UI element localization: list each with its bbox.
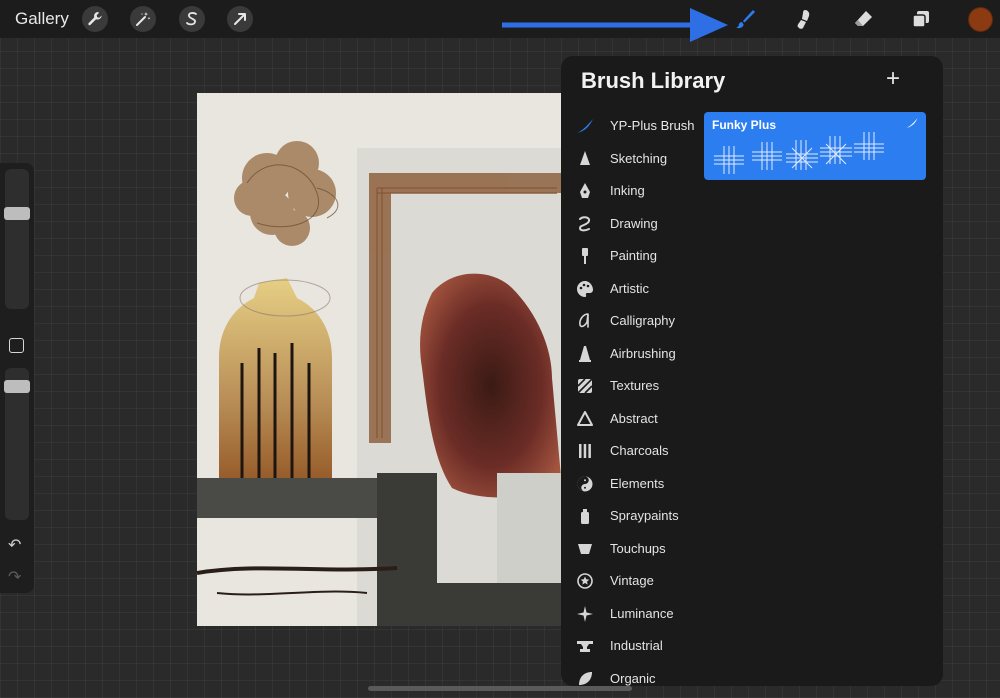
brush-icon[interactable]	[733, 7, 757, 31]
redo-icon[interactable]: ↷	[8, 567, 21, 587]
magic-wand-icon[interactable]	[130, 6, 156, 32]
category-charcoals[interactable]: Charcoals	[561, 436, 701, 466]
category-label: Industrial	[610, 638, 663, 653]
category-label: Luminance	[610, 606, 674, 621]
pencil-tip-icon	[575, 149, 595, 169]
wrench-icon[interactable]	[82, 6, 108, 32]
layers-icon[interactable]	[909, 7, 933, 31]
category-label: Airbrushing	[610, 346, 676, 361]
triangle-icon	[575, 409, 595, 429]
feather-icon	[575, 116, 595, 136]
brush-item-selected[interactable]: Funky Plus	[704, 112, 926, 180]
bowl-icon	[575, 539, 595, 559]
category-industrial[interactable]: Industrial	[561, 631, 701, 661]
artwork-illustration	[197, 93, 561, 626]
squiggle-icon	[575, 214, 595, 234]
category-elements[interactable]: Elements	[561, 469, 701, 499]
leaf-icon	[575, 669, 595, 686]
charcoal-icon	[575, 441, 595, 461]
category-airbrushing[interactable]: Airbrushing	[561, 339, 701, 369]
category-label: Elements	[610, 476, 665, 491]
category-label: Organic	[610, 671, 656, 686]
category-label: Sketching	[610, 151, 668, 166]
undo-icon[interactable]: ↶	[8, 535, 21, 555]
spray-can-icon	[575, 506, 595, 526]
annotation-arrow-brush	[502, 8, 728, 42]
palette-icon	[575, 279, 595, 299]
category-abstract[interactable]: Abstract	[561, 404, 701, 434]
category-label: Artistic	[610, 281, 649, 296]
category-artistic[interactable]: Artistic	[561, 274, 701, 304]
category-label: YP-Plus Brush	[610, 118, 695, 133]
paint-brush-icon	[575, 246, 595, 266]
category-label: Textures	[610, 378, 660, 393]
eyedropper-square-button[interactable]	[9, 338, 24, 353]
sparkle-icon	[575, 604, 595, 624]
brush-size-slider[interactable]	[5, 169, 29, 309]
category-label: Painting	[610, 248, 657, 263]
category-textures[interactable]: Textures	[561, 371, 701, 401]
category-label: Calligraphy	[610, 313, 676, 328]
eraser-icon[interactable]	[851, 7, 875, 31]
category-inking[interactable]: Inking	[561, 176, 701, 206]
brush-stroke-preview	[714, 132, 884, 174]
category-spraypaints[interactable]: Spraypaints	[561, 501, 701, 531]
category-label: Charcoals	[610, 443, 669, 458]
panel-title: Brush Library	[581, 68, 726, 93]
category-label: Spraypaints	[610, 508, 679, 523]
brush-library-panel: Brush Library + YP-Plus Brush Sketching …	[561, 56, 943, 686]
category-label: Abstract	[610, 411, 658, 426]
category-label: Vintage	[610, 573, 654, 588]
category-yp-plus-brush[interactable]: YP-Plus Brush	[561, 111, 701, 141]
category-organic[interactable]: Organic	[561, 664, 701, 686]
texture-icon	[575, 376, 595, 396]
anvil-icon	[575, 636, 595, 656]
yin-yang-icon	[575, 474, 595, 494]
category-vintage[interactable]: Vintage	[561, 566, 701, 596]
drawing-canvas[interactable]	[197, 93, 561, 626]
pen-nib-icon	[575, 181, 595, 201]
smudge-icon[interactable]	[792, 7, 816, 31]
category-label: Inking	[610, 183, 645, 198]
color-picker-button[interactable]	[968, 7, 993, 32]
add-brush-button[interactable]: +	[886, 66, 900, 92]
airbrush-icon	[575, 344, 595, 364]
category-drawing[interactable]: Drawing	[561, 209, 701, 239]
category-sketching[interactable]: Sketching	[561, 144, 701, 174]
gallery-button[interactable]: Gallery	[15, 9, 69, 29]
category-label: Touchups	[610, 541, 666, 556]
left-sidebar: ↶ ↷	[0, 163, 34, 593]
home-indicator[interactable]	[368, 686, 632, 691]
category-label: Drawing	[610, 216, 658, 231]
selection-icon[interactable]	[179, 6, 205, 32]
transform-arrow-icon[interactable]	[227, 6, 253, 32]
category-painting[interactable]: Painting	[561, 241, 701, 271]
opacity-handle[interactable]	[4, 380, 30, 393]
brush-size-handle[interactable]	[4, 207, 30, 220]
category-touchups[interactable]: Touchups	[561, 534, 701, 564]
category-calligraphy[interactable]: Calligraphy	[561, 306, 701, 336]
calligraphy-icon	[575, 311, 595, 331]
category-luminance[interactable]: Luminance	[561, 599, 701, 629]
star-circle-icon	[575, 571, 595, 591]
